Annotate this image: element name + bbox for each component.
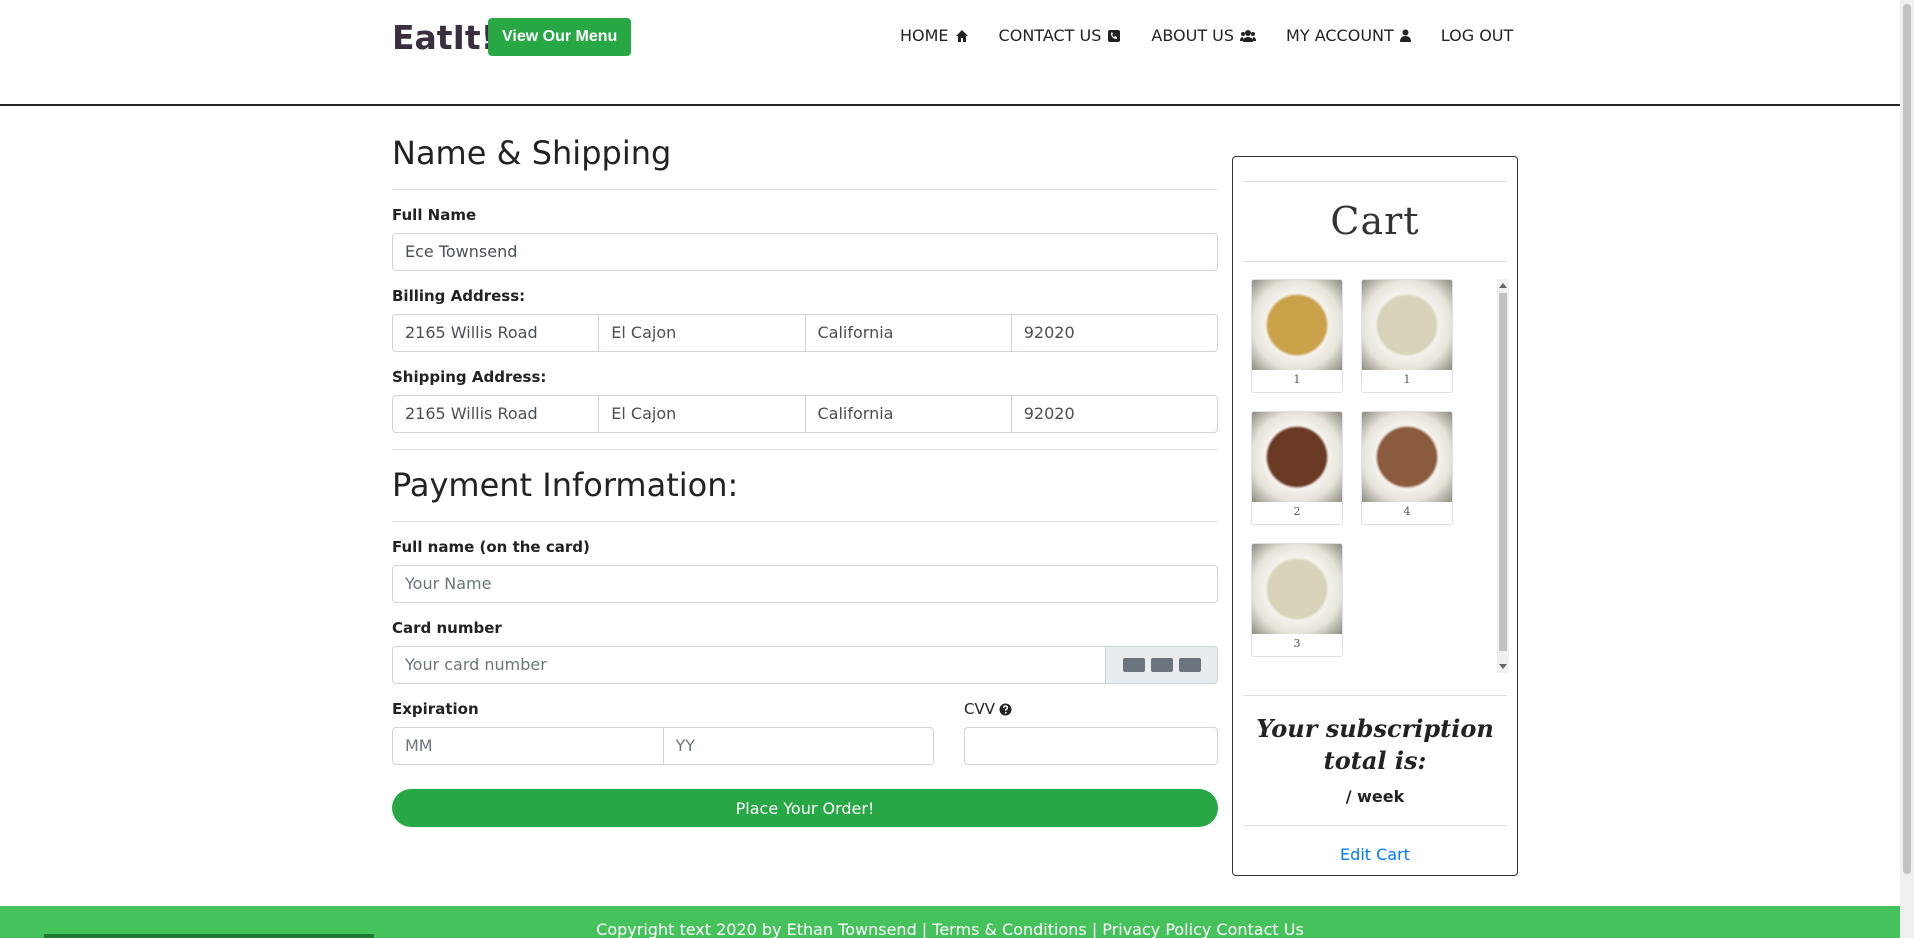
cart-item-quantity: 2 — [1293, 505, 1301, 518]
shipping-street-input[interactable]: 2165 Willis Road — [392, 395, 600, 433]
full-name-input[interactable]: Ece Townsend — [392, 233, 1218, 271]
home-icon — [955, 29, 968, 42]
exp-month-input[interactable]: MM — [392, 727, 664, 765]
cart-title: Cart — [1330, 199, 1420, 243]
cart-divider — [1243, 261, 1507, 262]
expiration-inputs: MM YY — [392, 727, 934, 765]
billing-label: Billing Address: — [392, 287, 526, 305]
cart-panel: Cart 1 1 2 4 3 Your subscription total is: /… — [1232, 156, 1518, 876]
billing-address-group: 2165 Willis Road El Cajon California 920… — [392, 314, 1218, 352]
card-name-input[interactable]: Your Name — [392, 565, 1218, 603]
billing-zip-input[interactable]: 92020 — [1010, 314, 1218, 352]
dish-image — [1252, 412, 1342, 502]
card-brands — [1106, 646, 1218, 684]
checkout-page: EatIt! View Our Menu HOME CONTACT US ABO… — [0, 0, 1914, 938]
users-icon — [1240, 29, 1257, 42]
shipping-title: Name & Shipping — [392, 134, 672, 172]
card-name-label: Full name (on the card) — [392, 538, 590, 556]
cvv-group: CVV — [964, 684, 1218, 765]
cart-item[interactable]: 4 — [1361, 411, 1453, 525]
phone-icon — [1108, 29, 1121, 42]
shipping-address-label: Shipping Address: — [392, 368, 547, 386]
nav-logout-label: LOG OUT — [1440, 26, 1514, 45]
user-icon — [1399, 29, 1411, 42]
nav-home-label: HOME — [900, 26, 949, 45]
scroll-down-arrow-icon[interactable] — [1499, 664, 1507, 669]
payment-section-header: Payment Information: — [392, 466, 1218, 522]
nav-about-label: ABOUT US — [1151, 26, 1235, 45]
nav-account[interactable]: MY ACCOUNT — [1286, 26, 1411, 45]
brand-logo[interactable]: EatIt! — [392, 18, 496, 57]
navbar: EatIt! View Our Menu HOME CONTACT US ABO… — [0, 0, 1900, 106]
cart-items-grid: 1 1 2 4 3 — [1251, 279, 1497, 657]
nav-about[interactable]: ABOUT US — [1151, 26, 1257, 45]
page-scroll-thumb[interactable] — [1903, 4, 1911, 874]
nav-contact[interactable]: CONTACT US — [999, 26, 1122, 45]
place-order-button[interactable]: Place Your Order! — [392, 789, 1218, 827]
cvv-input[interactable] — [964, 727, 1218, 765]
cart-scrollbar[interactable] — [1497, 279, 1509, 673]
shipping-address-group: 2165 Willis Road El Cajon California 920… — [392, 395, 1218, 433]
cart-item-quantity: 4 — [1403, 505, 1411, 518]
nav-contact-label: CONTACT US — [998, 26, 1102, 45]
cart-item[interactable]: 1 — [1251, 279, 1343, 393]
billing-city-input[interactable]: El Cajon — [598, 314, 806, 352]
subscription-total-value: / week — [1345, 787, 1405, 806]
cart-items-list[interactable]: 1 1 2 4 3 — [1251, 279, 1497, 673]
card-number-label: Card number — [392, 619, 502, 637]
billing-state-input[interactable]: California — [804, 314, 1012, 352]
nav-account-label: MY ACCOUNT — [1286, 26, 1394, 45]
subscription-total-title: Your subscription total is: — [1256, 714, 1494, 775]
nav-logout[interactable]: LOG OUT — [1441, 26, 1514, 45]
page-scrollbar[interactable] — [1900, 0, 1914, 938]
mastercard-icon — [1178, 658, 1201, 672]
view-menu-button[interactable]: View Our Menu — [488, 18, 632, 56]
billing-street-input[interactable]: 2165 Willis Road — [392, 314, 600, 352]
cart-item[interactable]: 2 — [1251, 411, 1343, 525]
shipping-zip-input[interactable]: 92020 — [1010, 395, 1218, 433]
nav-home[interactable]: HOME — [900, 26, 969, 45]
cart-item-quantity: 3 — [1293, 637, 1301, 650]
payment-title: Payment Information: — [392, 466, 739, 504]
dish-image — [1252, 544, 1342, 634]
cvv-label: CVV — [964, 700, 995, 718]
expiration-cvv-row: Expiration MM YY CVV — [392, 684, 1218, 765]
expiration-label: Expiration — [392, 700, 479, 718]
amex-icon — [1150, 658, 1173, 672]
visa-icon — [1122, 658, 1145, 672]
cart-divider — [1243, 695, 1507, 696]
section-divider — [392, 449, 1218, 450]
checkout-form: Name & Shipping Full Name Ece Townsend B… — [392, 134, 1218, 827]
cart-item-quantity: 1 — [1403, 373, 1411, 386]
cart-divider — [1243, 181, 1507, 182]
expiration-group: Expiration MM YY — [392, 684, 934, 765]
cart-divider — [1243, 825, 1507, 826]
dish-image — [1252, 280, 1342, 370]
shipping-section-header: Name & Shipping — [392, 134, 1218, 190]
question-icon[interactable] — [999, 703, 1012, 716]
dish-image — [1362, 412, 1452, 502]
card-number-group: Your card number — [392, 646, 1218, 684]
card-number-input[interactable]: Your card number — [392, 646, 1106, 684]
cart-item[interactable]: 3 — [1251, 543, 1343, 657]
cart-scroll-thumb[interactable] — [1499, 293, 1507, 651]
dish-image — [1362, 280, 1452, 370]
edit-cart-link[interactable]: Edit Cart — [1233, 845, 1517, 864]
shipping-city-input[interactable]: El Cajon — [598, 395, 806, 433]
footer-accent-bar — [44, 934, 374, 938]
exp-year-input[interactable]: YY — [662, 727, 934, 765]
cvv-label-wrap: CVV — [964, 700, 1218, 718]
cart-item-quantity: 1 — [1293, 373, 1301, 386]
full-name-label: Full Name — [392, 206, 477, 224]
scroll-up-arrow-icon[interactable] — [1499, 283, 1507, 288]
cart-item[interactable]: 1 — [1361, 279, 1453, 393]
shipping-state-input[interactable]: California — [804, 395, 1012, 433]
nav-links: HOME CONTACT US ABOUT US MY ACCOUNT LOG … — [900, 26, 1543, 45]
